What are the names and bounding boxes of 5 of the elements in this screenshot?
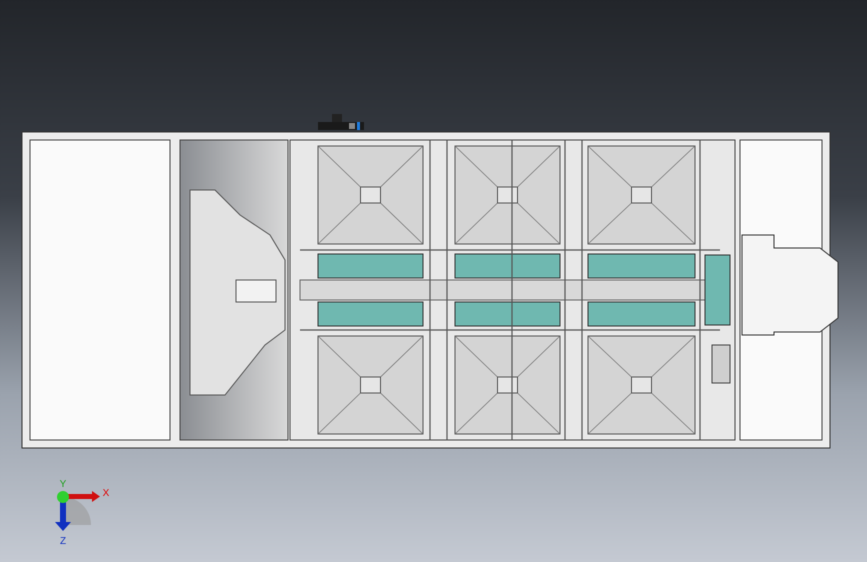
axis-label: X — [102, 488, 110, 499]
valve-icon — [318, 114, 364, 130]
axis-label: Z — [60, 536, 66, 547]
axis-label: Y — [60, 479, 66, 490]
axis-triad-icon — [55, 491, 100, 531]
